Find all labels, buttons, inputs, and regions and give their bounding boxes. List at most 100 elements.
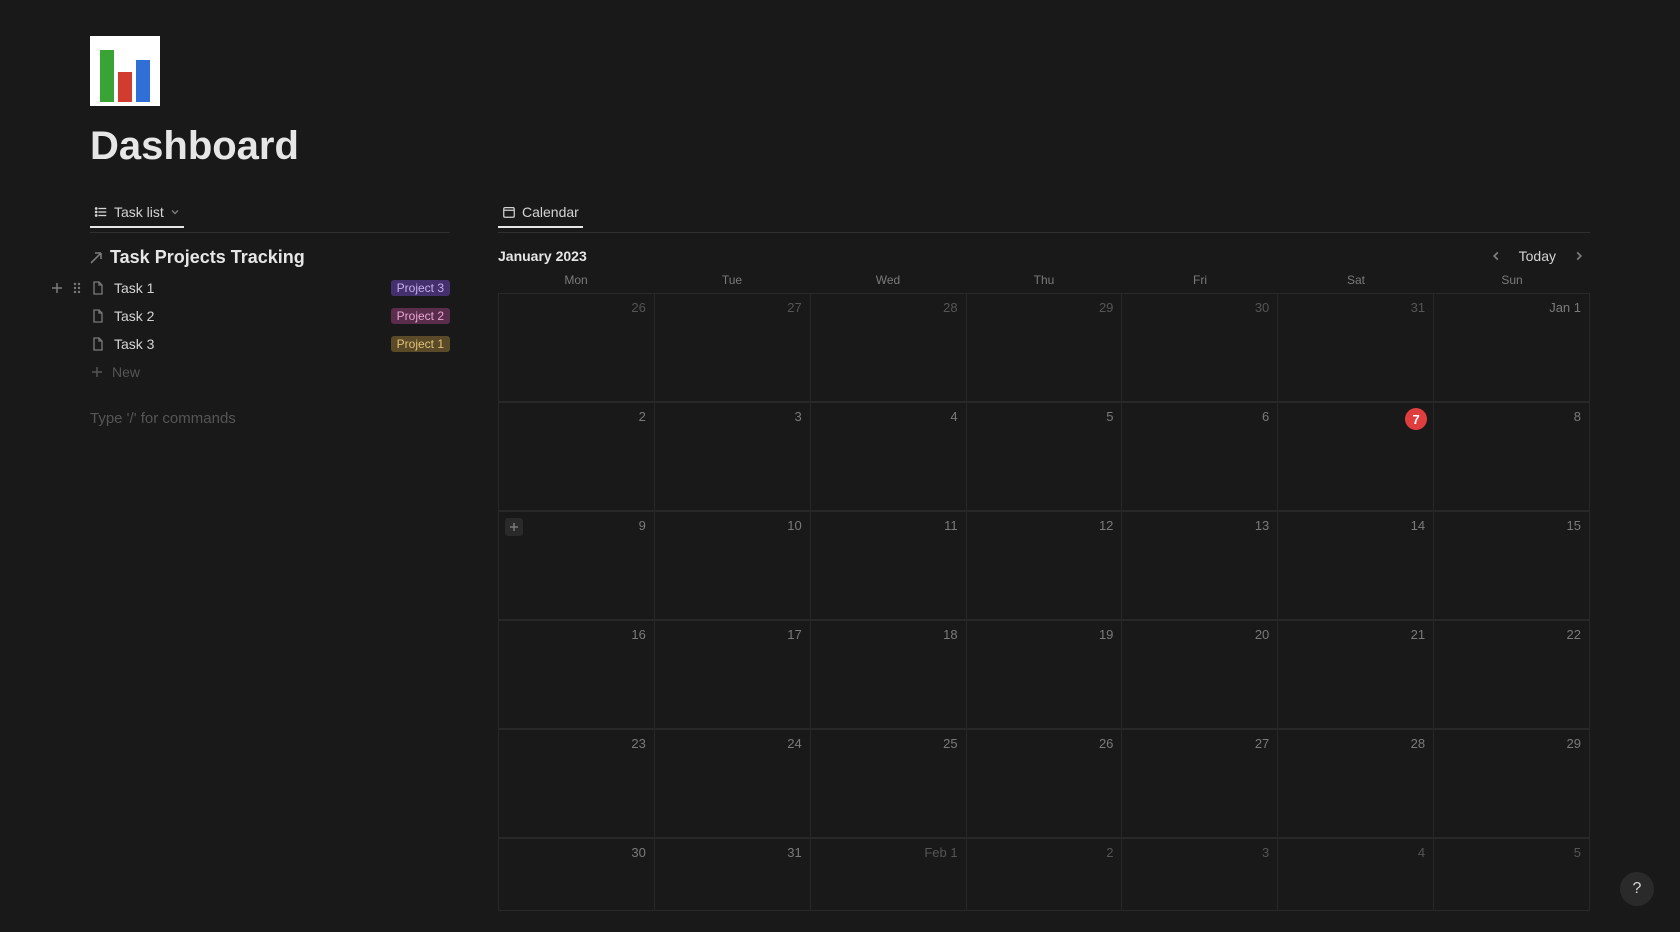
task-row[interactable]: Task 3Project 1: [90, 330, 450, 358]
calendar-date-number: 5: [1106, 409, 1113, 424]
calendar-date-number: 21: [1411, 627, 1425, 642]
calendar-cell[interactable]: 26: [499, 294, 655, 402]
help-button[interactable]: ?: [1620, 872, 1654, 906]
calendar-date-number: 18: [943, 627, 957, 642]
calendar-cell[interactable]: 19: [967, 621, 1123, 729]
calendar-cell[interactable]: 25: [811, 730, 967, 838]
drag-handle-icon[interactable]: [68, 281, 86, 295]
calendar-dow-label: Tue: [654, 271, 810, 293]
calendar-date-number: Feb 1: [924, 845, 957, 860]
calendar-cell[interactable]: 3: [655, 403, 811, 511]
list-icon: [94, 205, 108, 219]
tab-calendar[interactable]: Calendar: [498, 204, 583, 228]
project-tag[interactable]: Project 2: [391, 308, 450, 324]
calendar-cell[interactable]: 23: [499, 730, 655, 838]
calendar-cell[interactable]: 12: [967, 512, 1123, 620]
calendar-icon: [502, 205, 516, 219]
calendar-add-icon[interactable]: [505, 518, 523, 536]
calendar-today-badge: 7: [1405, 408, 1427, 430]
chevron-down-icon: [170, 207, 180, 217]
task-row[interactable]: Task 1Project 3: [90, 274, 450, 302]
calendar-date-number: 15: [1567, 518, 1581, 533]
calendar-date-number: 2: [1106, 845, 1113, 860]
calendar-date-number: 29: [1567, 736, 1581, 751]
calendar-cell[interactable]: 31: [655, 839, 811, 911]
calendar-cell[interactable]: 11: [811, 512, 967, 620]
calendar-cell[interactable]: 21: [1278, 621, 1434, 729]
page-icon[interactable]: [90, 36, 160, 106]
calendar-next-button[interactable]: [1568, 245, 1590, 267]
calendar-dow-label: Thu: [966, 271, 1122, 293]
calendar-cell[interactable]: 4: [811, 403, 967, 511]
calendar-cell[interactable]: 4: [1278, 839, 1434, 911]
calendar-date-number: 27: [1255, 736, 1269, 751]
calendar-cell[interactable]: 22: [1434, 621, 1590, 729]
tab-calendar-label: Calendar: [522, 204, 579, 220]
calendar-cell[interactable]: 15: [1434, 512, 1590, 620]
calendar-cell[interactable]: 31: [1278, 294, 1434, 402]
calendar-cell[interactable]: 27: [1122, 730, 1278, 838]
calendar-cell[interactable]: 29: [1434, 730, 1590, 838]
calendar-today-button[interactable]: Today: [1513, 246, 1562, 266]
page-file-icon: [90, 280, 106, 296]
calendar-cell[interactable]: 9: [499, 512, 655, 620]
calendar-date-number: 13: [1255, 518, 1269, 533]
slash-command-placeholder[interactable]: Type '/' for commands: [90, 386, 450, 427]
project-tag[interactable]: Project 1: [391, 336, 450, 352]
calendar-date-number: 4: [950, 409, 957, 424]
calendar-date-number: 19: [1099, 627, 1113, 642]
calendar-dow-label: Sat: [1278, 271, 1434, 293]
calendar-cell[interactable]: 8: [1434, 403, 1590, 511]
calendar-cell[interactable]: 3: [1122, 839, 1278, 911]
calendar-date-number: 26: [631, 300, 645, 315]
calendar-dow-label: Mon: [498, 271, 654, 293]
calendar-cell[interactable]: Feb 1: [811, 839, 967, 911]
project-tag[interactable]: Project 3: [391, 280, 450, 296]
page-title[interactable]: Dashboard: [90, 124, 1590, 169]
calendar-dow-label: Wed: [810, 271, 966, 293]
task-row[interactable]: Task 2Project 2: [90, 302, 450, 330]
calendar-cell[interactable]: 5: [967, 403, 1123, 511]
calendar-cell[interactable]: 26: [967, 730, 1123, 838]
calendar-date-number: 24: [787, 736, 801, 751]
new-task-row[interactable]: New: [90, 358, 450, 386]
calendar-cell[interactable]: 30: [499, 839, 655, 911]
calendar-cell[interactable]: 27: [655, 294, 811, 402]
calendar-cell[interactable]: 18: [811, 621, 967, 729]
calendar-date-number: 22: [1567, 627, 1581, 642]
linked-db-icon: [88, 250, 104, 266]
calendar-cell[interactable]: 10: [655, 512, 811, 620]
tab-task-list-label: Task list: [114, 204, 164, 220]
calendar-cell[interactable]: 2: [499, 403, 655, 511]
calendar-date-number: 14: [1411, 518, 1425, 533]
calendar-cell[interactable]: 14: [1278, 512, 1434, 620]
calendar-date-number: 26: [1099, 736, 1113, 751]
calendar-date-number: 10: [787, 518, 801, 533]
calendar-cell[interactable]: 2: [967, 839, 1123, 911]
calendar-dow-label: Fri: [1122, 271, 1278, 293]
tab-task-list[interactable]: Task list: [90, 204, 184, 228]
calendar-date-number: 12: [1099, 518, 1113, 533]
calendar-cell[interactable]: 24: [655, 730, 811, 838]
calendar-cell[interactable]: 5: [1434, 839, 1590, 911]
calendar-date-number: 27: [787, 300, 801, 315]
calendar-date-number: 9: [639, 518, 646, 533]
calendar-date-number: 6: [1262, 409, 1269, 424]
calendar-cell[interactable]: 16: [499, 621, 655, 729]
calendar-cell[interactable]: 29: [967, 294, 1123, 402]
calendar-cell[interactable]: 17: [655, 621, 811, 729]
calendar-cell[interactable]: 30: [1122, 294, 1278, 402]
calendar-date-number: 11: [944, 518, 958, 533]
calendar-cell[interactable]: Jan 1: [1434, 294, 1590, 402]
calendar-cell[interactable]: 20: [1122, 621, 1278, 729]
calendar-cell[interactable]: 7: [1278, 403, 1434, 511]
calendar-prev-button[interactable]: [1485, 245, 1507, 267]
calendar-cell[interactable]: 13: [1122, 512, 1278, 620]
calendar-cell[interactable]: 6: [1122, 403, 1278, 511]
database-title[interactable]: Task Projects Tracking: [90, 233, 450, 274]
calendar-cell[interactable]: 28: [1278, 730, 1434, 838]
calendar-date-number: 3: [794, 409, 801, 424]
calendar-cell[interactable]: 28: [811, 294, 967, 402]
tasklist-view-tabs: Task list: [90, 199, 450, 233]
add-row-icon[interactable]: [48, 281, 66, 295]
